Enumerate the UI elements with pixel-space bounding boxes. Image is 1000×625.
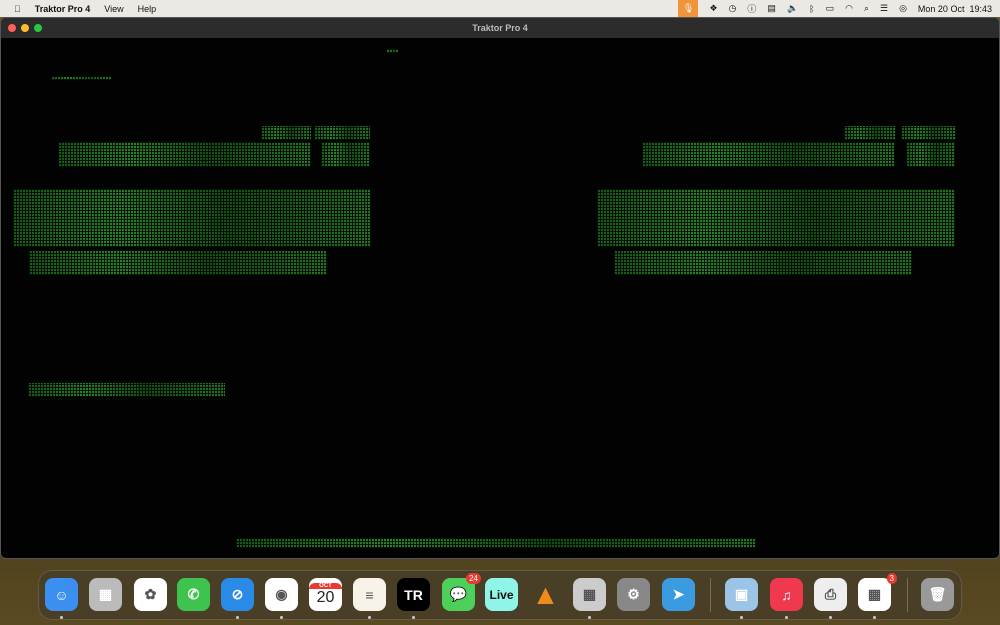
ms-update-icon[interactable]: ▦3 [858, 578, 891, 611]
running-indicator [280, 616, 283, 619]
dock-divider [907, 578, 908, 612]
app-glyph: ⊘ [232, 586, 244, 603]
music-icon[interactable]: ♫ [770, 578, 803, 611]
running-indicator [740, 616, 743, 619]
close-button[interactable] [8, 24, 16, 32]
telegram-icon[interactable]: ➤ [662, 578, 695, 611]
app-glyph: ▦ [868, 586, 881, 603]
vlc-icon[interactable]: ▲ [529, 578, 562, 611]
display-icon[interactable]: ▤ [767, 3, 776, 14]
menu-date[interactable]: Mon 20 Oct [918, 4, 965, 14]
trash-icon[interactable]: 🗑 [921, 578, 954, 611]
app-glyph: ▦ [583, 586, 596, 603]
app-glyph: ➤ [673, 586, 685, 603]
app-glyph: ◉ [275, 586, 287, 603]
bluetooth-icon[interactable]: ᛒ [809, 4, 814, 14]
app-glyph: 🗑 [929, 586, 947, 603]
app-glyph: ▣ [735, 586, 748, 603]
photos-icon[interactable]: ✿ [134, 578, 167, 611]
deck-a-header-glitch [261, 126, 311, 140]
deck-b-controls-glitch [614, 251, 912, 275]
running-indicator [368, 616, 371, 619]
dock-divider [710, 578, 711, 612]
running-indicator [873, 616, 876, 619]
app-glyph: TR [404, 587, 423, 603]
running-indicator [588, 616, 591, 619]
traktor-window: Traktor Pro 4 [0, 17, 1000, 559]
glitched-render-area [1, 38, 999, 559]
apple-icon[interactable]:  [14, 4, 21, 14]
running-indicator [829, 616, 832, 619]
title-bar[interactable]: Traktor Pro 4 [1, 18, 999, 38]
deck-b-header-glitch [844, 126, 896, 140]
app-glyph: Live [489, 588, 513, 602]
status-bar-glitch [236, 538, 756, 548]
launchpad-icon[interactable]: ▦ [89, 578, 122, 611]
menu-bar:  Traktor Pro 4 View Help 🎙 ❖ ◷ ⓘ ▤ 🔈 ᛒ … [0, 0, 1000, 17]
menu-view[interactable]: View [104, 4, 123, 14]
deck-a-info-glitch [58, 142, 311, 167]
calculator-icon[interactable]: ▦ [573, 578, 606, 611]
safari-icon[interactable]: ⊘ [221, 578, 254, 611]
zoom-button[interactable] [34, 24, 42, 32]
printer-icon[interactable]: ⎙ [814, 578, 847, 611]
whatsapp-icon[interactable]: ✆ [177, 578, 210, 611]
deck-a-controls-glitch [29, 251, 327, 275]
app-glyph: 💬 [450, 586, 467, 603]
microphone-icon[interactable]: 🎙 [678, 0, 698, 17]
calendar-day: 20 [317, 589, 335, 607]
app-glyph: ⎙ [825, 586, 836, 603]
settings-icon[interactable]: ⚙ [617, 578, 650, 611]
menu-help[interactable]: Help [138, 4, 157, 14]
traktor-icon[interactable]: TR [397, 578, 430, 611]
app-glyph: ✆ [188, 586, 200, 603]
calendar-icon[interactable]: OCT20 [309, 578, 342, 611]
spotlight-icon[interactable]: ⌕ [864, 3, 869, 14]
deck-b-waveform-glitch [597, 189, 955, 247]
app-glyph: ≡ [365, 587, 373, 603]
running-indicator [785, 616, 788, 619]
app-glyph: ▦ [99, 586, 112, 603]
chrome-icon[interactable]: ◉ [265, 578, 298, 611]
deck-b-tempo-glitch [906, 142, 955, 167]
glitch-block [51, 77, 111, 80]
glitch-block [386, 49, 398, 53]
app-glyph: ✿ [145, 586, 157, 603]
deck-a-header-glitch [314, 126, 370, 140]
dropbox-icon[interactable]: ❖ [709, 3, 717, 14]
time-machine-icon[interactable]: ◷ [729, 3, 737, 14]
volume-icon[interactable]: 🔈 [787, 3, 798, 14]
notification-badge: 3 [887, 573, 897, 584]
live-icon[interactable]: Live [485, 578, 518, 611]
deck-a-tempo-glitch [321, 142, 370, 167]
preview-icon[interactable]: ▣ [725, 578, 758, 611]
app-glyph: ▲ [532, 579, 560, 611]
accessibility-icon[interactable]: ⓘ [747, 2, 756, 15]
notification-badge: 24 [466, 573, 481, 584]
app-glyph: ♫ [781, 587, 792, 603]
window-title: Traktor Pro 4 [472, 23, 528, 33]
running-indicator [60, 616, 63, 619]
messages-icon[interactable]: 💬24 [442, 578, 475, 611]
battery-icon[interactable]: ▭ [826, 3, 835, 14]
app-glyph: ⚙ [627, 586, 640, 603]
clock: Mon 20 Oct 19:43 [918, 4, 992, 14]
deck-b-header-glitch [901, 126, 956, 140]
finder-icon[interactable]: ☺ [45, 578, 78, 611]
deck-a-waveform-glitch [13, 189, 370, 247]
deck-b-info-glitch [642, 142, 895, 167]
browser-glitch [28, 383, 225, 397]
menu-time[interactable]: 19:43 [969, 4, 992, 14]
running-indicator [412, 616, 415, 619]
notes-icon[interactable]: ≡ [353, 578, 386, 611]
menu-app-name[interactable]: Traktor Pro 4 [35, 4, 91, 14]
siri-icon[interactable]: ◎ [899, 3, 907, 14]
wifi-icon[interactable]: ◠ [845, 3, 853, 14]
minimize-button[interactable] [21, 24, 29, 32]
control-center-icon[interactable]: ☰ [880, 3, 888, 14]
app-glyph: ☺ [54, 587, 68, 603]
running-indicator [236, 616, 239, 619]
